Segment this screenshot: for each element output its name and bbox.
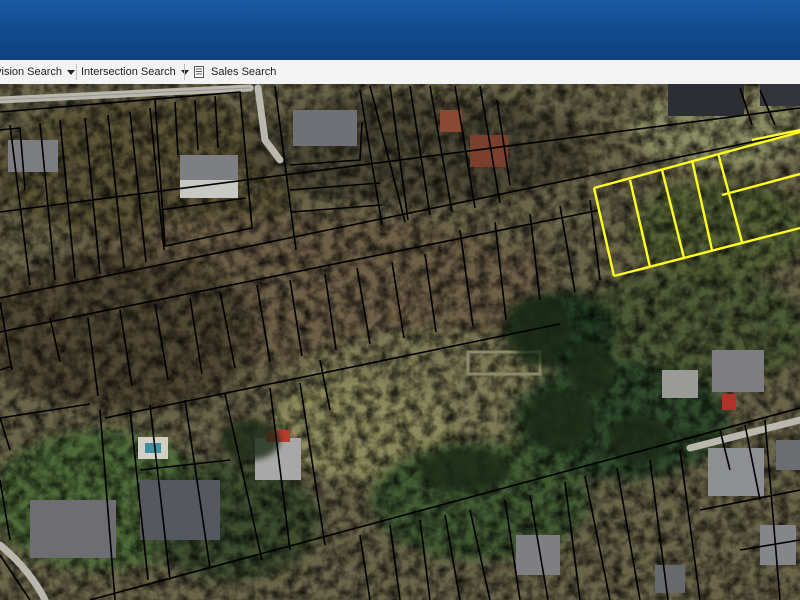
aerial-map[interactable]	[0, 84, 800, 600]
search-toolbar: vision Search Intersection Search Sales …	[0, 60, 800, 85]
map-view[interactable]	[0, 84, 800, 600]
house-roof	[30, 500, 116, 558]
document-icon	[194, 66, 204, 78]
toolbar-divider	[76, 64, 77, 80]
house-roof	[662, 370, 698, 398]
house-roof	[712, 350, 764, 392]
pool	[145, 443, 161, 453]
toolbar-divider	[184, 64, 185, 80]
intersection-search-dropdown[interactable]: Intersection Search	[81, 60, 189, 84]
house-roof	[293, 110, 357, 146]
house-roof	[776, 440, 800, 470]
house-roof	[140, 480, 220, 540]
sales-search-button[interactable]: Sales Search	[194, 60, 276, 84]
subdivision-search-dropdown[interactable]: vision Search	[0, 60, 76, 84]
sales-search-label: Sales Search	[211, 66, 277, 78]
house-roof	[708, 448, 764, 496]
subdivision-search-label: vision Search	[0, 66, 63, 78]
intersection-search-label: Intersection Search	[81, 66, 176, 78]
house-roof	[722, 394, 736, 410]
chevron-down-icon	[67, 69, 76, 75]
house-roof	[668, 84, 744, 116]
house-roof	[655, 565, 685, 593]
app-header: or	[0, 0, 800, 60]
